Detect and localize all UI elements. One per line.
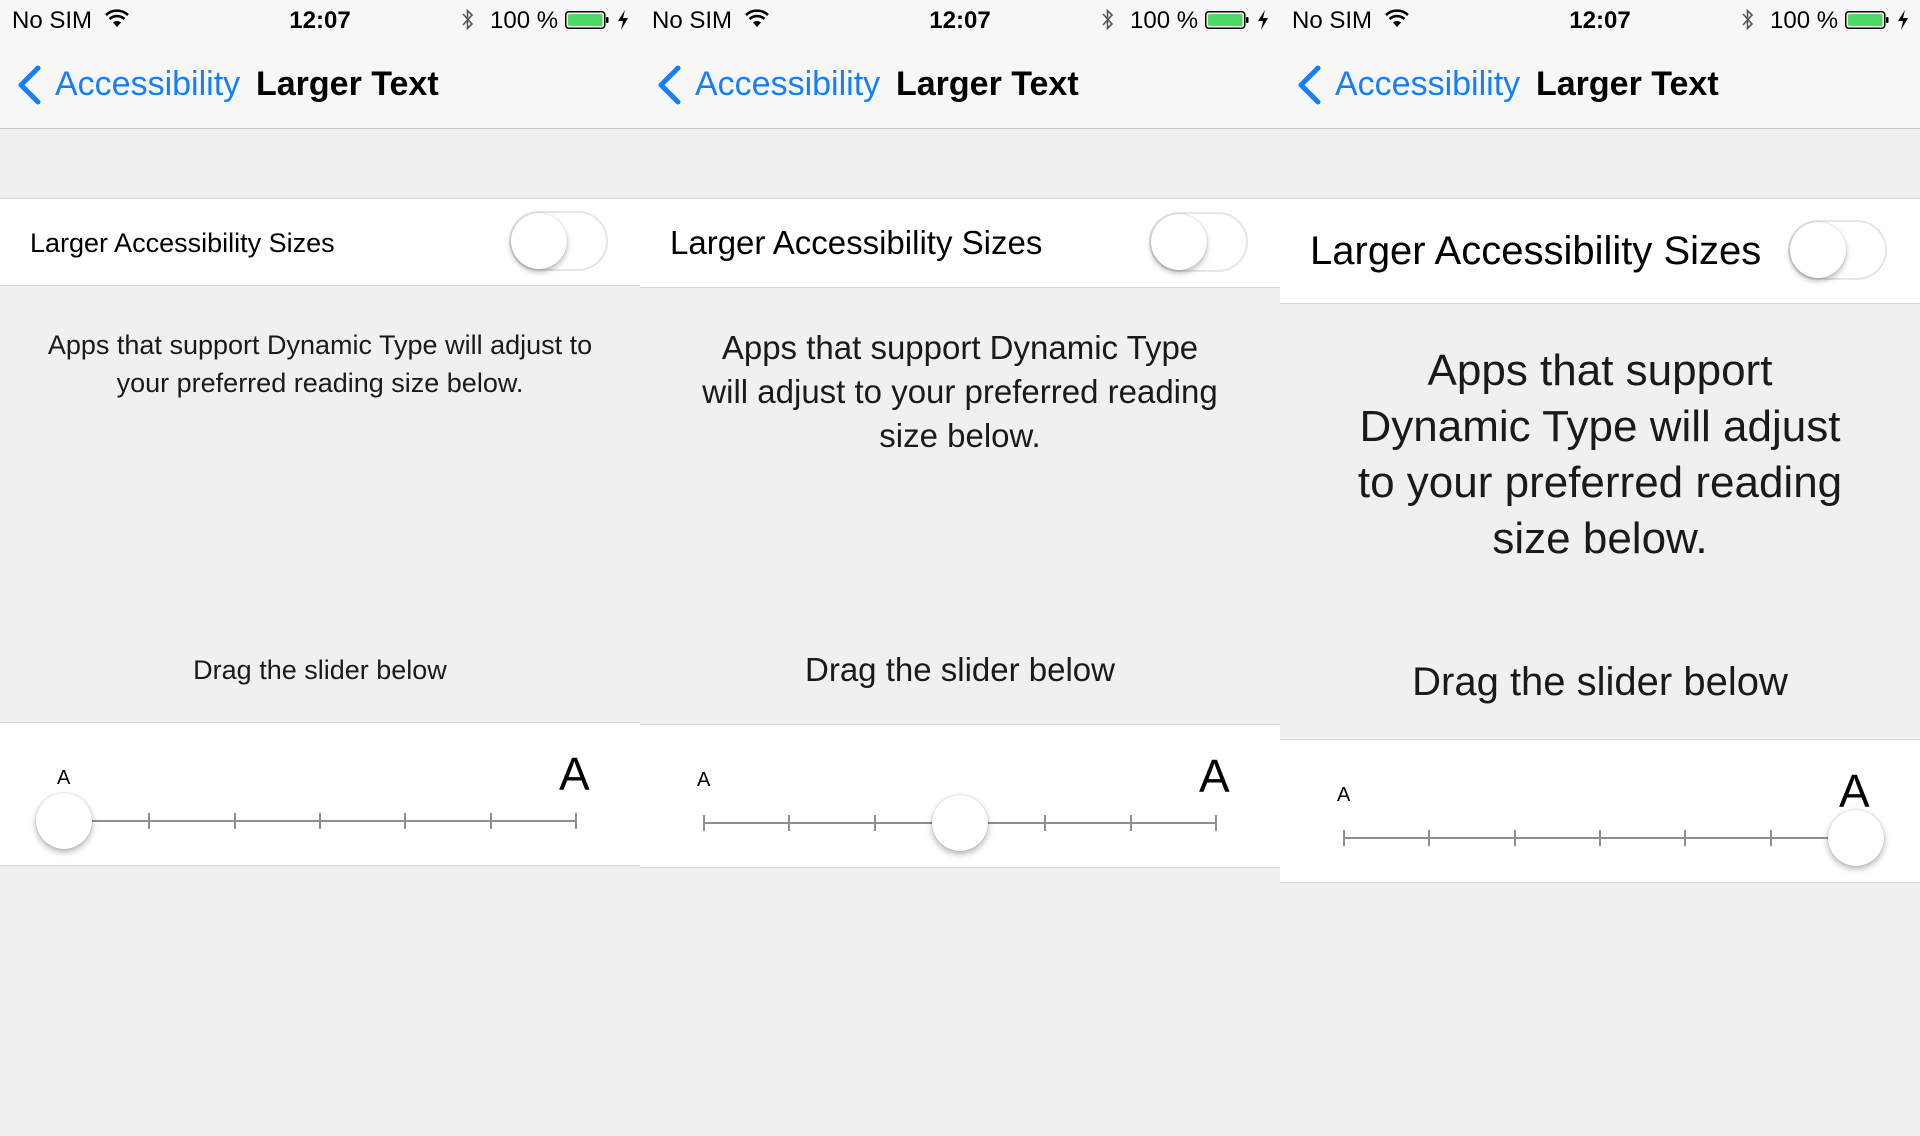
back-button[interactable]: Accessibility: [1335, 65, 1520, 104]
slider-thumb[interactable]: [1828, 810, 1884, 866]
back-chevron-icon[interactable]: [654, 64, 688, 106]
accessibility-sizes-row: Larger Accessibility Sizes: [0, 198, 640, 286]
slider-tick: [703, 815, 705, 831]
slider-tick: [1215, 815, 1217, 831]
screen-3: No SIM 12:07 100 % Accessibility Larger …: [1280, 0, 1920, 1136]
accessibility-sizes-toggle[interactable]: [1788, 220, 1887, 280]
slider-tick: [1343, 830, 1345, 846]
battery-icon: [1845, 11, 1889, 29]
slider-tick: [319, 813, 321, 829]
battery-icon: [565, 11, 609, 29]
slider-thumb[interactable]: [36, 793, 92, 849]
slider-tick: [148, 813, 151, 829]
slider-tick: [1684, 830, 1687, 846]
toggle-label: Larger Accessibility Sizes: [30, 228, 335, 258]
navigation-bar: Accessibility Larger Text: [640, 40, 1280, 129]
battery-percent: 100 %: [1770, 7, 1839, 34]
accessibility-sizes-row: Larger Accessibility Sizes: [640, 198, 1280, 288]
bluetooth-icon: [462, 8, 474, 31]
charging-icon: [618, 10, 628, 30]
battery-percent: 100 %: [1130, 7, 1199, 34]
navigation-bar: Accessibility Larger Text: [1280, 40, 1920, 129]
back-chevron-icon[interactable]: [1294, 64, 1328, 106]
accessibility-sizes-row: Larger Accessibility Sizes: [1280, 198, 1920, 304]
slider-tick: [788, 815, 791, 831]
accessibility-sizes-toggle[interactable]: [509, 211, 608, 271]
status-bar: No SIM 12:07 100 %: [640, 0, 1280, 40]
small-text-label: A: [697, 769, 711, 791]
large-text-label: A: [559, 748, 590, 800]
description-text: Apps that support Dynamic Type will adju…: [1357, 346, 1843, 563]
back-chevron-icon[interactable]: [14, 64, 48, 106]
toggle-knob: [511, 213, 567, 269]
page-title: Larger Text: [896, 65, 1079, 103]
back-button[interactable]: Accessibility: [55, 65, 240, 104]
slider-tick: [1513, 830, 1516, 846]
text-size-slider-row: A A: [1280, 739, 1920, 883]
screen-2: No SIM 12:07 100 % Accessibility Larger …: [640, 0, 1280, 1136]
page-title: Larger Text: [256, 65, 439, 103]
bluetooth-icon: [1742, 8, 1754, 31]
slider-hint: Drag the slider below: [805, 651, 1115, 688]
page-title: Larger Text: [1536, 65, 1719, 103]
toggle-knob: [1151, 214, 1207, 270]
text-size-slider-row: A A: [640, 724, 1280, 868]
slider-tick: [1129, 815, 1132, 831]
accessibility-sizes-toggle[interactable]: [1149, 212, 1248, 272]
toggle-label: Larger Accessibility Sizes: [670, 224, 1043, 261]
bluetooth-icon: [1102, 8, 1114, 31]
status-bar: No SIM 12:07 100 %: [0, 0, 640, 40]
battery-percent: 100 %: [490, 7, 559, 34]
small-text-label: A: [1337, 784, 1351, 806]
charging-icon: [1258, 10, 1268, 30]
battery-icon: [1205, 11, 1249, 29]
toggle-label: Larger Accessibility Sizes: [1310, 229, 1762, 273]
slider-thumb[interactable]: [932, 795, 988, 851]
back-button[interactable]: Accessibility: [695, 65, 880, 104]
screen-1: No SIM 12:07 100 % Accessibility Larger …: [0, 0, 640, 1136]
slider-hint: Drag the slider below: [193, 655, 447, 685]
slider-tick: [1769, 830, 1772, 846]
slider-tick: [404, 813, 407, 829]
navigation-bar: Accessibility Larger Text: [0, 40, 640, 129]
slider-tick: [233, 813, 236, 829]
status-bar: No SIM 12:07 100 %: [1280, 0, 1920, 40]
slider-tick: [1428, 830, 1431, 846]
slider-tick: [1599, 830, 1601, 846]
slider-tick: [575, 813, 577, 829]
large-text-label: A: [1199, 750, 1230, 802]
slider-hint: Drag the slider below: [1412, 660, 1788, 704]
description-text: Apps that support Dynamic Type will adju…: [702, 329, 1218, 454]
slider-tick: [1044, 815, 1047, 831]
toggle-knob: [1790, 222, 1846, 278]
text-size-slider-row: A A: [0, 722, 640, 866]
slider-tick: [873, 815, 876, 831]
charging-icon: [1898, 10, 1908, 30]
slider-tick: [489, 813, 492, 829]
small-text-label: A: [57, 767, 71, 789]
description-text: Apps that support Dynamic Type will adju…: [47, 330, 593, 398]
